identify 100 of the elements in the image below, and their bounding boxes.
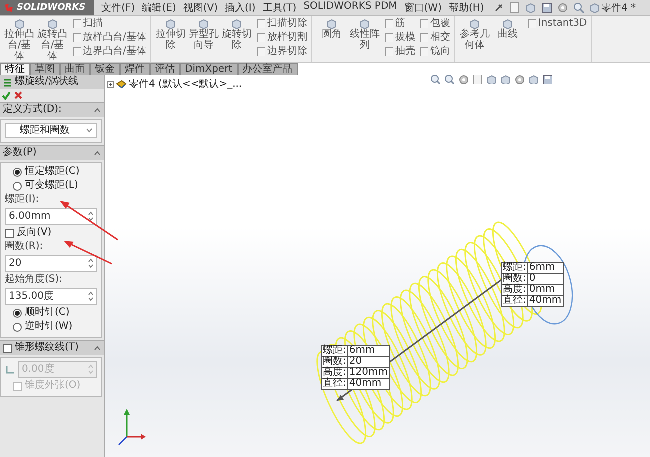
ribbon-button[interactable]: 放样凸台/基体 [72,32,146,43]
input-field[interactable]: 6.00mm [5,208,97,225]
ribbon-button[interactable]: 相交 [419,32,450,43]
new-document-icon [509,2,520,13]
close-icon[interactable] [14,91,23,100]
radio-button[interactable] [13,182,22,190]
tab[interactable]: DimXpert [180,63,238,75]
tab[interactable]: 曲面 [60,63,90,75]
tree-item[interactable]: 零件4 (默认<<默认>_... [129,77,242,91]
ribbon-button[interactable]: Instant3D [527,18,588,29]
collapse-icon[interactable] [94,150,101,156]
section-title: 锥形螺纹线(T) [15,342,79,354]
checkbox[interactable] [5,228,14,238]
radio-label: 可变螺距(L) [25,180,78,192]
radio-button[interactable] [13,168,22,176]
field-label: 螺距(I): [5,194,40,206]
radio-button[interactable] [13,322,22,332]
cube-icon [525,2,536,13]
ribbon-button[interactable]: 放样切割 [256,32,308,43]
menu-item[interactable]: 窗口(W) [404,0,442,14]
menu-item[interactable]: 文件(F) [102,0,136,14]
cube-icon [47,18,58,29]
cube-icon [359,18,370,29]
ribbon-button[interactable]: 旋转凸台/基体 [37,18,68,60]
tab[interactable]: 评估 [150,63,180,75]
ribbon-button[interactable]: 包覆 [419,18,450,29]
section-title: 定义方式(D): [3,104,62,116]
radio-button[interactable] [13,308,22,318]
callout-label: 直径: [502,296,528,306]
dropdown[interactable]: 螺距和圈数 [5,123,97,138]
angle-icon [5,364,15,374]
ribbon-button[interactable]: 抽壳 [384,46,416,57]
cube-icon [589,2,600,13]
callout-value: 20 [348,356,390,368]
ribbon-button[interactable]: 线性阵列 [349,18,380,60]
ribbon-button[interactable]: 异型孔向导 [188,18,220,60]
spinner-arrows-icon[interactable] [88,211,94,222]
menu-item[interactable]: 插入(I) [225,0,256,14]
menu-item[interactable]: 帮助(H) [448,0,484,14]
callout-value: 6mm [348,346,390,356]
tab[interactable]: 办公室产品 [238,63,298,75]
callout-label: 螺距: [322,346,348,356]
callout-label: 螺距: [502,262,528,274]
callout-label: 高度: [502,284,528,296]
ribbon-button[interactable]: 拉伸凸台/基体 [4,18,35,60]
panel-title: 螺旋线/涡状线 [15,76,78,88]
tab[interactable]: 草图 [30,63,60,75]
checkbox[interactable] [3,344,12,352]
pin-icon[interactable] [494,2,504,12]
collapse-icon[interactable] [94,106,101,114]
cube-icon [326,18,338,29]
callout-label: 高度: [322,368,348,378]
ribbon-button[interactable]: 拉伸切除 [155,18,186,60]
cube-icon [14,18,25,29]
ribbon-button[interactable]: 扫描切除 [256,18,308,29]
tab[interactable]: 焊件 [120,63,150,75]
menu-item[interactable]: 工具(T) [262,0,297,14]
ribbon-button[interactable]: 边界切除 [256,46,308,57]
ribbon-button[interactable]: 镜向 [419,46,450,57]
callout-label: 直径: [322,378,348,390]
menu-item[interactable]: 视图(V) [183,0,218,14]
expand-icon[interactable] [107,80,114,88]
menu-item[interactable]: 编辑(E) [142,0,176,14]
tab[interactable]: 特征 [0,63,30,75]
menu-item[interactable]: SOLIDWORKS PDM [304,0,398,14]
ribbon-button[interactable]: 圆角 [316,18,348,60]
ribbon-button[interactable]: 曲线 [492,18,524,60]
ribbon-button[interactable]: 边界凸台/基体 [72,46,146,57]
tab[interactable]: 钣金 [90,63,120,75]
input-field[interactable]: 20 [5,255,97,272]
checkbox-label: 反向(V) [17,227,52,239]
cube-icon [198,18,210,29]
callout-value: 120mm [348,368,390,378]
gear-icon [557,2,568,13]
ribbon-button[interactable]: 拔模 [384,32,416,43]
magnifier-icon [573,2,584,13]
ribbon-button[interactable]: 筋 [384,18,416,29]
radio-label: 恒定螺距(C) [25,166,80,178]
input-field[interactable]: 135.00度 [5,288,97,305]
callout-label: 圈数: [322,356,348,368]
cube-icon [502,18,514,29]
ribbon-button[interactable]: 参考几何体 [459,18,490,60]
spinner-arrows-icon[interactable] [88,258,94,269]
logo-icon [4,2,14,12]
axis-triad-drawing [118,409,146,446]
spinner-arrows-icon[interactable] [88,291,94,302]
radio-label: 逆时针(W) [25,321,73,333]
ribbon-button[interactable]: 旋转切除 [221,18,252,60]
checkmark-icon[interactable] [2,91,11,100]
cube-icon [165,18,176,29]
collapse-icon[interactable] [94,344,101,352]
callout-label: 圈数: [502,274,528,284]
part-icon [116,78,127,90]
callout-value: 40mm [348,378,390,390]
section-title: 参数(P) [3,147,37,159]
callout-value: 40mm [528,296,564,306]
logo-text: SOLIDWORKS [17,2,86,12]
document-title: 零件4 * [601,2,637,14]
radio-label: 顺时针(C) [25,307,70,319]
ribbon-button[interactable]: 扫描 [72,18,146,29]
